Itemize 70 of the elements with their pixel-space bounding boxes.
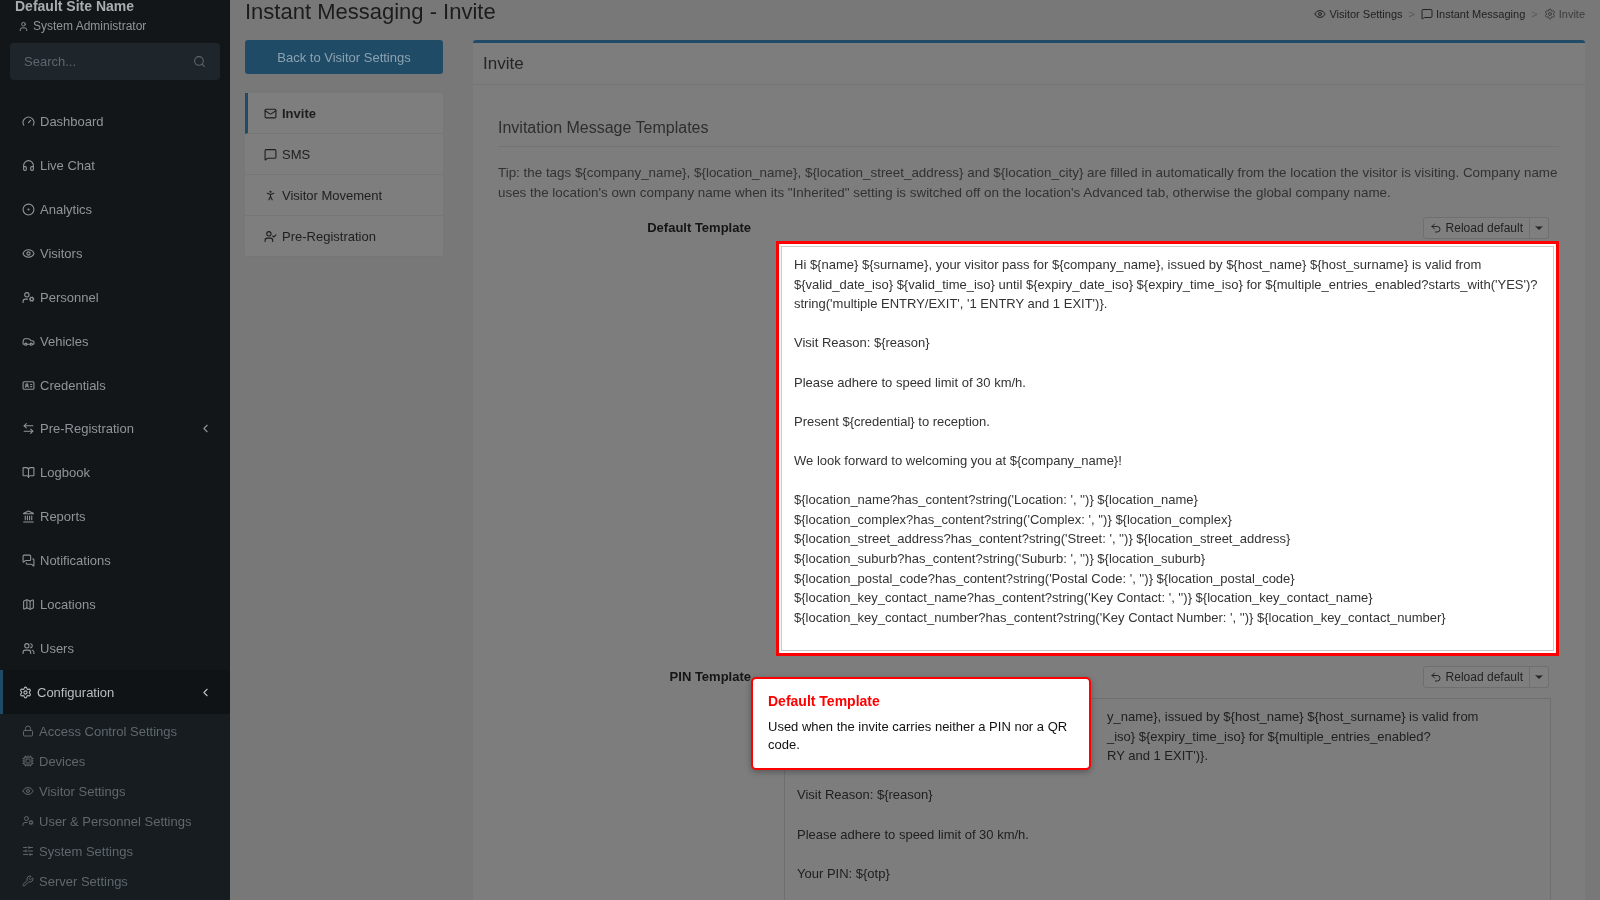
template-label: PIN Template [668,668,751,686]
nav-item[interactable]: Visitors [0,231,230,276]
id-card-icon [22,378,35,392]
search-field[interactable]: Search... [10,43,220,80]
eye-icon [22,247,35,260]
message-icon [264,147,277,161]
nav-item[interactable]: Pre-Registration [0,407,230,451]
page-title: Instant Messaging - Invite [245,0,496,25]
breadcrumb-link[interactable]: Instant Messaging [1436,8,1526,20]
nav-subitem[interactable]: Visitor Settings [0,776,230,807]
undo-icon [1429,671,1442,683]
dropdown-button[interactable] [1530,666,1549,688]
nav-item[interactable]: Locations [0,582,230,627]
arrows-icon [22,422,35,436]
headphones-icon [22,159,35,173]
tab[interactable]: Invite [245,93,443,134]
tip-text: Tip: the tags ${company_name}, ${location_name}, ${location_street_address} and ${location_city} are filled in automatically from the location the visitor is visiting. Company name uses the location's own company name when its "Inherited" setting is switched off on the location's Advanced tab, otherwise the global company name. [498,164,1559,202]
undo-icon [1429,222,1442,234]
template-label: Default Template [646,219,751,237]
chip-icon [22,755,34,768]
user-name: System Administrator [33,19,147,33]
nav-subitem[interactable]: Access Control Settings [0,716,230,747]
search-icon[interactable] [193,55,206,68]
person-icon [22,290,35,304]
nav-item[interactable]: Dashboard [0,100,230,144]
envelope-icon [264,106,277,120]
template-field[interactable]: Hi ${name} ${surname}, your visitor pass for ${company_name}, issued by ${host_name} ${host_surname} is valid from ${valid_date_iso} ${valid_time_iso} until ${expiry_date_iso} ${expiry_time_iso} for ${multiple_entries_enabled?starts_with('YES')?string('multiple ENTRY/EXIT', '1 ENTRY and 1 EXIT')}. Visit Reason: ${reason} Please adhere to speed limit of 30 km/h. Present ${credential} to reception. We look forward to welcoming you at ${company_name}! ${location_name?has_content?string('Location: ', '')} ${location_name} ${location_complex?has_content?string('Complex: ', '')} ${location_complex} ${location_street_address?has_content?string('Street: ', '')} ${location_street_address} ${location_suburb?has_content?string('Suburb: ', '')} ${location_suburb} ${location_postal_code?has_content?string('Postal Code: ', '')} ${location_postal_code} ${location_key_contact_name?has_content?string('Key Contact: ', '')} ${location_key_contact_name} ${location_key_contact_number?has_content?string('Key Contact Number: ', '')} ${location_key_contact_number} [781,246,1554,651]
breadcrumb-separator: > [1531,8,1538,20]
user-check-icon [264,229,277,243]
nav-item[interactable]: Vehicles [0,319,230,364]
gauge-icon [22,115,35,129]
map-icon [22,597,35,611]
wrench-icon [22,875,34,888]
lock-icon [22,725,34,738]
nav-item[interactable]: Logbook [0,450,230,495]
breadcrumb-separator: > [1408,8,1415,20]
target-icon [22,203,35,217]
users-icon [22,641,35,655]
dropdown-button[interactable] [1530,217,1549,239]
nav-item[interactable]: Reports [0,494,230,539]
nav-subitem[interactable]: Devices [0,746,230,777]
book-icon [22,466,35,480]
eye-icon [22,785,34,798]
message-icon [1421,8,1433,20]
user-icon [18,20,29,32]
nav-subitem[interactable]: Server Settings [0,866,230,897]
nav-subitem[interactable]: System Settings [0,836,230,867]
tab[interactable]: SMS [245,134,443,175]
tab[interactable]: Pre-Registration [245,216,443,257]
site-name: Default Site Name [14,0,136,15]
gear-icon [19,685,32,699]
back-button[interactable]: Back to Visitor Settings [245,40,443,74]
breadcrumb-link[interactable]: Visitor Settings [1329,8,1403,20]
reload-default-button[interactable]: Reload default [1422,217,1530,239]
nav-item[interactable]: Live Chat [0,143,230,188]
sliders-icon [22,845,34,858]
reload-default-button[interactable]: Reload default [1422,666,1530,688]
nav-item[interactable]: Users [0,626,230,671]
user-gear-icon [22,815,34,828]
chat-icon [22,554,35,567]
section-title: Invitation Message Templates [498,119,1559,147]
nav-item[interactable]: Credentials [0,363,230,407]
eye-icon [1314,8,1327,20]
nav-item[interactable]: Notifications [0,538,230,583]
nav-item[interactable]: Analytics [0,187,230,232]
gear-icon [1543,8,1556,20]
card-title: Invite [473,43,1585,85]
nav-subitem[interactable]: User & Personnel Settings [0,806,230,837]
tab[interactable]: Visitor Movement [245,175,443,216]
nav-item[interactable]: Personnel [0,275,230,320]
